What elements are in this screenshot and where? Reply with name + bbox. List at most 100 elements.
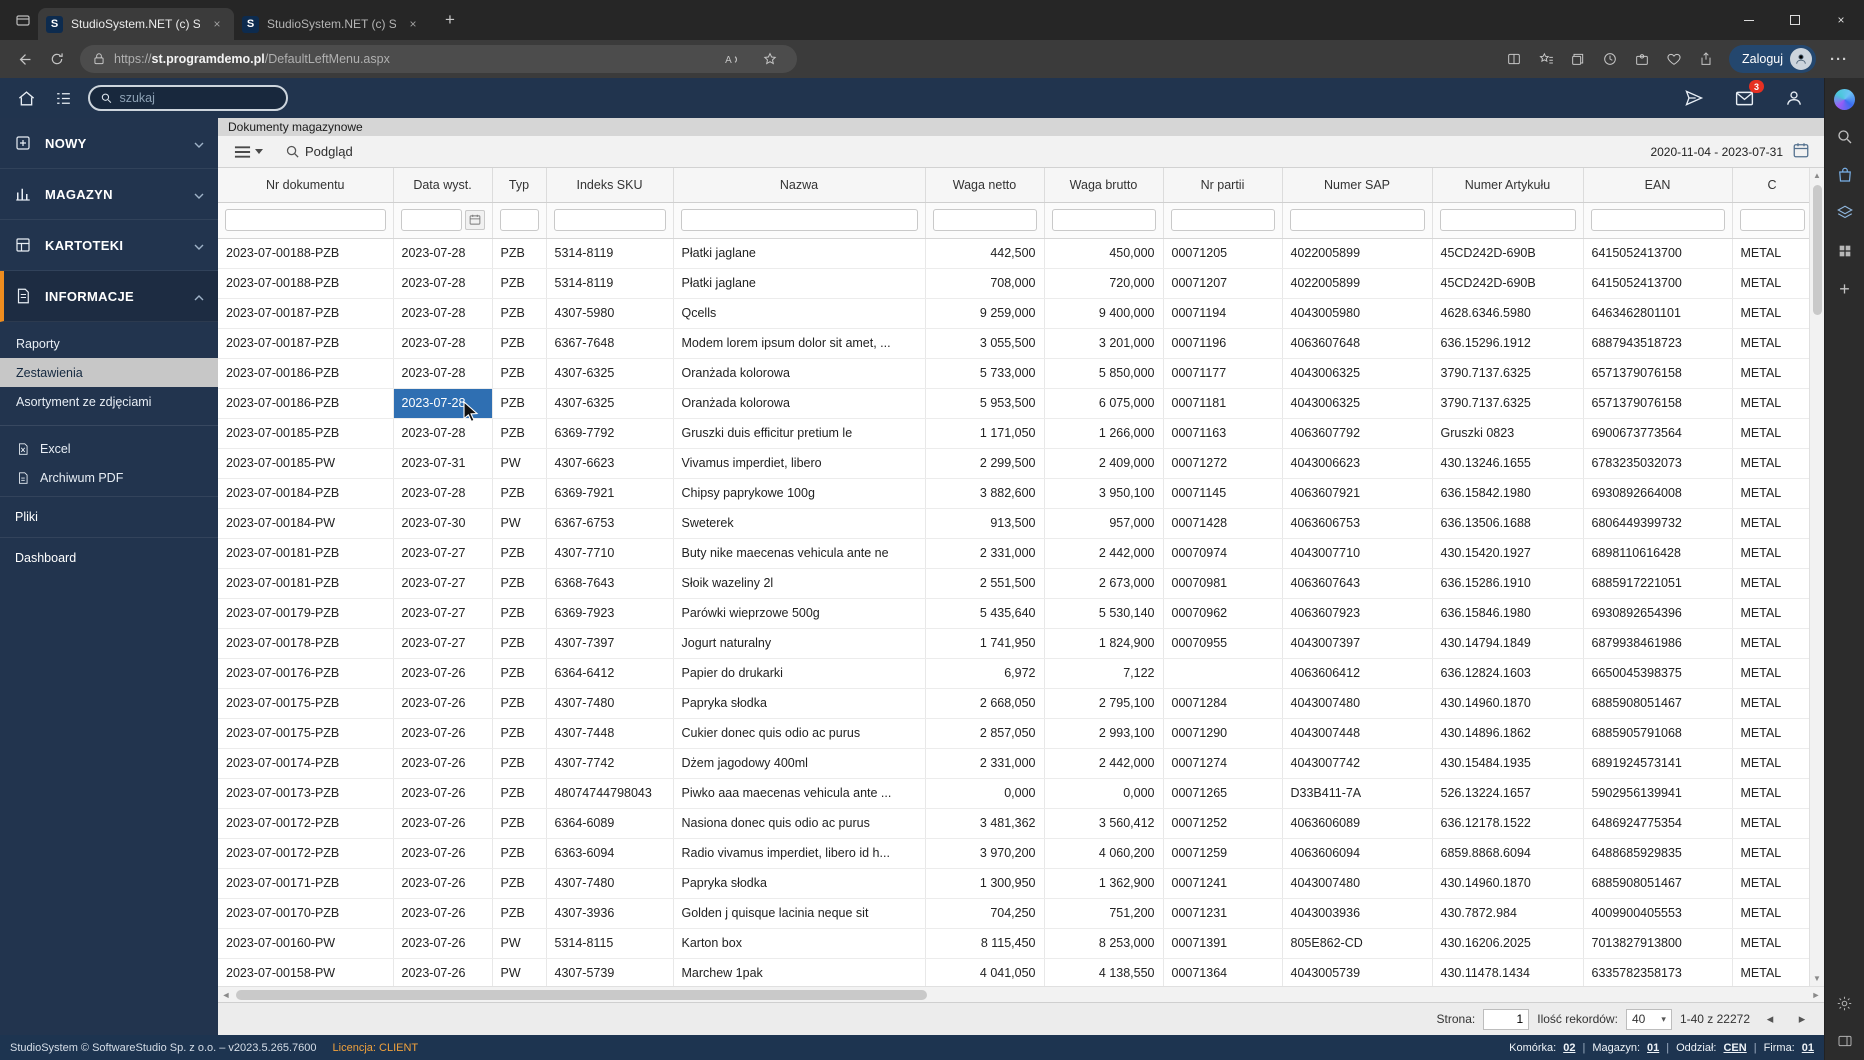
horizontal-scroll-thumb[interactable] xyxy=(236,990,927,1000)
table-cell[interactable]: 636.15286.1910 xyxy=(1432,568,1584,599)
table-cell[interactable]: 6859.8868.6094 xyxy=(1432,838,1584,869)
table-cell[interactable]: METAL xyxy=(1732,808,1809,839)
page-size-select[interactable]: 40 ▾ xyxy=(1625,1008,1672,1030)
table-cell[interactable]: PZB xyxy=(492,718,547,749)
table-cell[interactable]: 4063607648 xyxy=(1282,328,1433,359)
table-cell[interactable]: 2023-07-00173-PZB xyxy=(218,778,394,809)
table-cell[interactable]: 6930892654396 xyxy=(1583,598,1733,629)
table-cell[interactable]: METAL xyxy=(1732,688,1809,719)
sidebar-item-archiwum-pdf[interactable]: Archiwum PDF xyxy=(0,463,218,492)
table-cell[interactable]: 6364-6412 xyxy=(546,658,674,689)
table-cell[interactable]: 00071145 xyxy=(1163,478,1283,509)
table-cell[interactable]: 3 882,600 xyxy=(925,478,1045,509)
table-cell[interactable]: Qcells xyxy=(673,298,926,329)
table-cell[interactable]: 6 075,000 xyxy=(1044,388,1164,419)
table-cell[interactable]: PZB xyxy=(492,418,547,449)
table-cell[interactable]: METAL xyxy=(1732,418,1809,449)
table-cell[interactable]: Marchew 1pak xyxy=(673,958,926,986)
table-cell[interactable]: METAL xyxy=(1732,658,1809,689)
table-cell[interactable]: 3 201,000 xyxy=(1044,328,1164,359)
table-cell[interactable]: 00070955 xyxy=(1163,628,1283,659)
table-cell[interactable]: 2023-07-28 xyxy=(393,358,493,389)
table-cell[interactable]: 5 530,140 xyxy=(1044,598,1164,629)
mail-button[interactable]: 3 xyxy=(1732,80,1764,110)
table-cell[interactable]: PZB xyxy=(492,748,547,779)
table-cell[interactable]: 2 442,000 xyxy=(1044,538,1164,569)
table-cell[interactable]: 00071207 xyxy=(1163,268,1283,299)
table-cell[interactable]: 00071290 xyxy=(1163,718,1283,749)
table-cell[interactable]: 2023-07-00188-PZB xyxy=(218,268,394,299)
table-cell[interactable]: 6415052413700 xyxy=(1583,268,1733,299)
column-header-4[interactable]: Indeks SKU xyxy=(546,168,674,203)
tab-close-icon[interactable]: × xyxy=(404,15,422,33)
table-cell[interactable]: PZB xyxy=(492,538,547,569)
table-cell[interactable]: 4063607643 xyxy=(1282,568,1433,599)
table-cell[interactable]: 2023-07-27 xyxy=(393,628,493,659)
table-cell[interactable]: 4043006623 xyxy=(1282,448,1433,479)
table-cell[interactable]: 00071231 xyxy=(1163,898,1283,929)
table-cell[interactable]: 6900673773564 xyxy=(1583,418,1733,449)
table-cell[interactable]: 2023-07-00185-PZB xyxy=(218,418,394,449)
table-cell[interactable]: 4307-6325 xyxy=(546,358,674,389)
column-header-12[interactable]: C xyxy=(1732,168,1809,203)
table-cell[interactable]: PW xyxy=(492,958,547,986)
table-cell[interactable]: 00071163 xyxy=(1163,418,1283,449)
table-cell[interactable]: 3790.7137.6325 xyxy=(1432,388,1584,419)
table-cell[interactable]: 4063607923 xyxy=(1282,598,1433,629)
table-cell[interactable]: 4043005739 xyxy=(1282,958,1433,986)
table-cell[interactable]: 4043005980 xyxy=(1282,298,1433,329)
preview-button[interactable]: Podgląd xyxy=(275,139,363,165)
table-cell[interactable]: METAL xyxy=(1732,718,1809,749)
table-cell[interactable]: 2023-07-00187-PZB xyxy=(218,328,394,359)
column-filter-input[interactable] xyxy=(553,209,666,231)
table-cell[interactable]: 2023-07-28 xyxy=(393,268,493,299)
column-filter-input[interactable] xyxy=(1170,209,1275,231)
table-cell[interactable]: 636.15842.1980 xyxy=(1432,478,1584,509)
table-cell[interactable]: 2023-07-00181-PZB xyxy=(218,568,394,599)
table-cell[interactable]: 5314-8115 xyxy=(546,928,674,959)
user-button[interactable] xyxy=(1782,86,1806,110)
close-button[interactable]: × xyxy=(1818,0,1864,40)
table-cell[interactable]: 2023-07-00181-PZB xyxy=(218,538,394,569)
scroll-right-icon[interactable]: ► xyxy=(1808,990,1824,1000)
table-cell[interactable]: 3 560,412 xyxy=(1044,808,1164,839)
shopping-button[interactable] xyxy=(1834,164,1856,186)
send-button[interactable] xyxy=(1682,86,1706,110)
table-cell[interactable]: 4628.6346.5980 xyxy=(1432,298,1584,329)
sidebar-item-magazyn[interactable]: MAGAZYN xyxy=(0,169,218,220)
table-cell[interactable]: 5 953,500 xyxy=(925,388,1045,419)
table-cell[interactable]: 00071181 xyxy=(1163,388,1283,419)
scroll-left-icon[interactable]: ◄ xyxy=(218,990,234,1000)
table-cell[interactable]: 6879938461986 xyxy=(1583,628,1733,659)
table-cell[interactable]: 2023-07-28 xyxy=(393,478,493,509)
table-cell[interactable]: 9 259,000 xyxy=(925,298,1045,329)
table-cell[interactable]: 5314-8119 xyxy=(546,268,674,299)
table-cell[interactable]: 2023-07-00175-PZB xyxy=(218,688,394,719)
table-cell[interactable]: 2023-07-26 xyxy=(393,808,493,839)
table-cell[interactable]: 708,000 xyxy=(925,268,1045,299)
table-cell[interactable]: 2023-07-00186-PZB xyxy=(218,388,394,419)
table-cell[interactable]: 2023-07-28 xyxy=(393,238,493,269)
minimize-button[interactable] xyxy=(1726,0,1772,40)
browser-menu-button[interactable]: ··· xyxy=(1824,44,1854,74)
column-filter-input[interactable] xyxy=(1051,209,1156,231)
table-cell[interactable]: METAL xyxy=(1732,388,1809,419)
column-header-3[interactable]: Typ xyxy=(492,168,547,203)
table-cell[interactable]: 6,972 xyxy=(925,658,1045,689)
table-cell[interactable]: Dżem jagodowy 400ml xyxy=(673,748,926,779)
table-cell[interactable]: METAL xyxy=(1732,268,1809,299)
table-cell[interactable]: PZB xyxy=(492,688,547,719)
table-cell[interactable]: 2 668,050 xyxy=(925,688,1045,719)
table-cell[interactable]: 2023-07-00188-PZB xyxy=(218,238,394,269)
table-cell[interactable]: 4307-3936 xyxy=(546,898,674,929)
column-filter-input[interactable] xyxy=(1289,209,1425,231)
table-cell[interactable]: 3 950,100 xyxy=(1044,478,1164,509)
favorites-bar-button[interactable] xyxy=(1531,44,1561,74)
table-cell[interactable]: 45CD242D-690B xyxy=(1432,268,1584,299)
table-cell[interactable]: 00071196 xyxy=(1163,328,1283,359)
table-cell[interactable]: 6367-6753 xyxy=(546,508,674,539)
table-cell[interactable]: 6930892664008 xyxy=(1583,478,1733,509)
table-cell[interactable]: 430.16206.2025 xyxy=(1432,928,1584,959)
scroll-down-icon[interactable]: ▼ xyxy=(1813,971,1821,986)
table-cell[interactable]: 2023-07-28 xyxy=(393,298,493,329)
